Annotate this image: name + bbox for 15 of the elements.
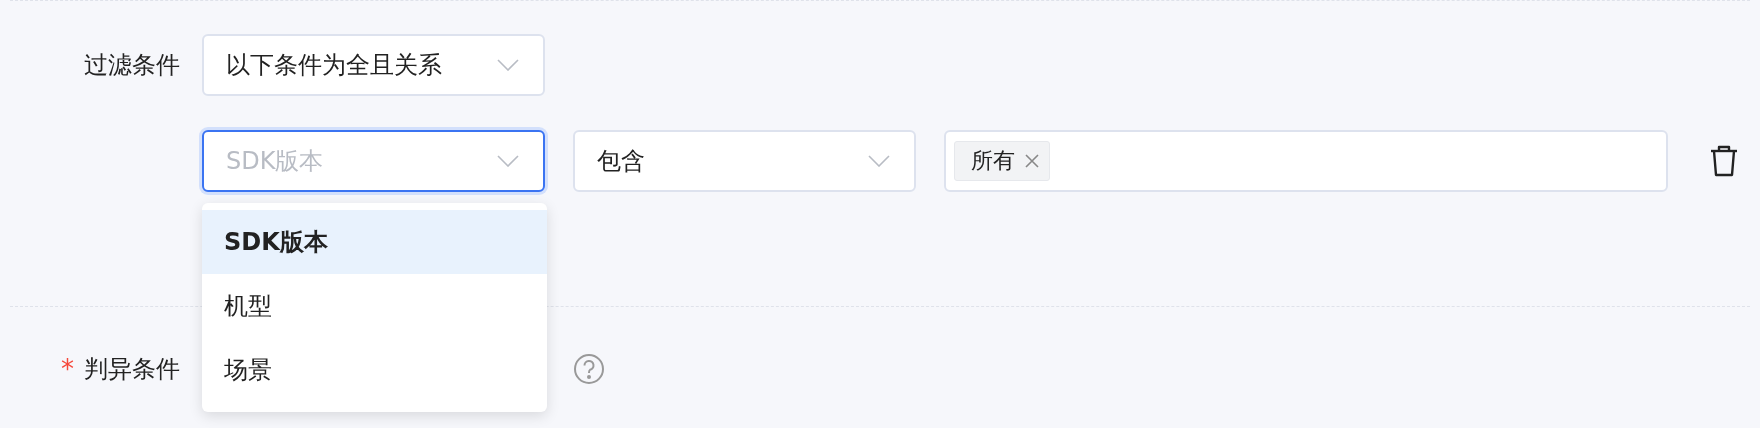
trash-icon[interactable]	[1710, 145, 1738, 177]
chevron-down-icon	[497, 59, 519, 71]
required-mark: *	[61, 354, 74, 384]
chevron-down-icon	[868, 155, 890, 167]
dropdown-option[interactable]: 场景	[202, 338, 547, 402]
help-icon[interactable]	[573, 353, 605, 385]
relation-select[interactable]: 以下条件为全且关系	[202, 34, 545, 96]
operator-select[interactable]: 包含	[573, 130, 916, 192]
chevron-down-icon	[497, 155, 519, 167]
field-label: 过滤条件	[84, 50, 180, 81]
close-icon[interactable]	[1025, 154, 1039, 168]
value-field[interactable]: 所有	[944, 130, 1668, 192]
dropdown-option[interactable]: 机型	[202, 274, 547, 338]
field-label: 判异条件	[84, 354, 180, 385]
dropdown-option[interactable]: SDK版本	[202, 210, 547, 274]
